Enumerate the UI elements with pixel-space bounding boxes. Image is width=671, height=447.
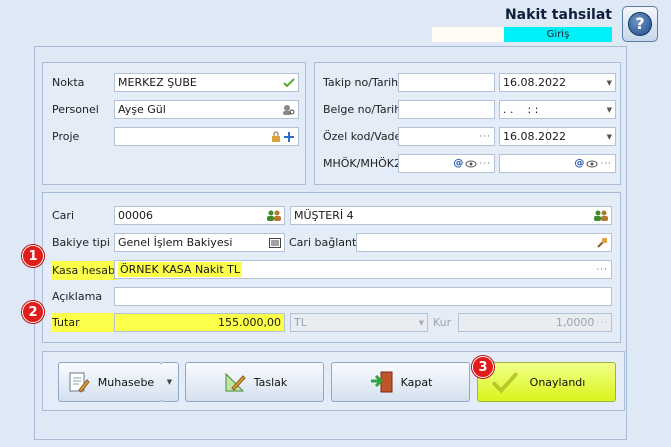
kasa-label: Kasa hesabı (52, 261, 118, 280)
draft-icon (222, 369, 248, 395)
ellipsis-icon[interactable]: ··· (600, 159, 612, 169)
help-icon: ? (628, 12, 652, 36)
taslak-button[interactable]: Taslak (185, 362, 324, 402)
at-icon[interactable]: @ (574, 158, 584, 169)
nokta-field[interactable]: MERKEZ ŞUBE (114, 73, 299, 92)
add-icon[interactable] (283, 131, 295, 143)
currency-value: TL (294, 316, 307, 329)
link-icon[interactable] (596, 237, 608, 249)
mhok-label: MHÖK/MHÖK2 (323, 157, 401, 170)
annotation-badge-2: 2 (22, 301, 44, 323)
panel-general: Nokta MERKEZ ŞUBE Personel Ayşe Gül Proj… (42, 62, 306, 185)
cari-label: Cari (52, 209, 74, 222)
takip-date-value: 16.08.2022 (503, 76, 566, 89)
belge-no-field[interactable] (398, 100, 495, 119)
belge-date-value: . . : : (503, 103, 539, 116)
tutar-field[interactable]: 155.000,00 (114, 313, 285, 332)
kur-label: Kur (433, 316, 452, 329)
kur-field[interactable]: 1,0000 ··· (458, 313, 612, 332)
takip-no-field[interactable] (398, 73, 495, 92)
ellipsis-icon[interactable]: ··· (479, 132, 491, 142)
cari-code-value: 00006 (118, 209, 153, 222)
check-icon[interactable] (283, 77, 295, 88)
kasa-value: ÖRNEK KASA Nakit TL (118, 262, 242, 277)
nokta-label: Nokta (52, 76, 85, 89)
user-search-icon[interactable] (282, 104, 295, 116)
chevron-down-icon[interactable]: ▼ (607, 133, 612, 141)
chevron-down-icon[interactable]: ▼ (607, 79, 612, 87)
taslak-label: Taslak (253, 375, 288, 389)
proje-field[interactable] (114, 127, 299, 146)
aciklama-label: Açıklama (52, 290, 103, 303)
window-title: Nakit tahsilat (504, 7, 612, 23)
takip-label: Takip no/Tarih (323, 76, 399, 89)
ozel-label: Özel kod/Vade (323, 130, 402, 143)
kasa-field[interactable]: ÖRNEK KASA Nakit TL ··· (114, 260, 612, 279)
onaylandi-label: Onaylandı (529, 375, 586, 389)
currency-select[interactable]: TL ▼ (290, 313, 428, 332)
cari-baglanti-label: Cari bağlantı (289, 236, 360, 249)
chevron-down-icon[interactable]: ▼ (419, 319, 424, 327)
ellipsis-icon[interactable]: ··· (479, 159, 491, 169)
bakiye-field[interactable]: Genel İşlem Bakiyesi (114, 233, 285, 252)
panel-tracking: Takip no/Tarih 16.08.2022 ▼ Belge no/Tar… (314, 62, 621, 185)
panel-transaction: Cari 00006 MÜŞTERİ 4 Bakiye tipi Genel İ… (42, 192, 621, 343)
cari-name-field[interactable]: MÜŞTERİ 4 (290, 206, 612, 225)
kapat-button[interactable]: Kapat (331, 362, 470, 402)
users-icon[interactable] (594, 210, 608, 221)
proje-label: Proje (52, 130, 80, 143)
chevron-down-icon: ▼ (166, 378, 173, 386)
eye-icon[interactable] (586, 160, 598, 168)
cari-name-value: MÜŞTERİ 4 (294, 209, 354, 222)
belge-label: Belge no/Tarih (323, 103, 402, 116)
kapat-label: Kapat (400, 375, 433, 389)
checkmark-icon (492, 370, 518, 396)
mhok2-field[interactable]: @ ··· (499, 154, 616, 173)
vade-date-value: 16.08.2022 (503, 130, 566, 143)
exit-door-icon (369, 369, 395, 395)
eye-icon[interactable] (465, 160, 477, 168)
nokta-value: MERKEZ ŞUBE (118, 76, 197, 89)
help-button[interactable]: ? (622, 6, 658, 42)
personel-field[interactable]: Ayşe Gül (114, 100, 299, 119)
ozel-code-field[interactable]: ··· (398, 127, 495, 146)
bakiye-value: Genel İşlem Bakiyesi (118, 236, 233, 249)
muhasebe-dropdown-button[interactable]: ▼ (161, 362, 179, 402)
kur-value: 1,0000 (555, 316, 595, 329)
lock-icon[interactable] (271, 131, 281, 143)
personel-value: Ayşe Gül (118, 103, 166, 116)
bakiye-label: Bakiye tipi (52, 236, 110, 249)
vade-date-field[interactable]: 16.08.2022 ▼ (499, 127, 616, 146)
mode-indicator: Giriş (504, 27, 612, 42)
aciklama-field[interactable] (114, 287, 612, 306)
onaylandi-button[interactable]: Onaylandı (477, 362, 616, 402)
cari-code-field[interactable]: 00006 (114, 206, 285, 225)
at-icon[interactable]: @ (453, 158, 463, 169)
takip-date-field[interactable]: 16.08.2022 ▼ (499, 73, 616, 92)
belge-date-field[interactable]: . . : : ▼ (499, 100, 616, 119)
ellipsis-icon[interactable]: ··· (596, 265, 608, 275)
tutar-value: 155.000,00 (218, 316, 281, 329)
ellipsis-icon[interactable]: ··· (596, 318, 608, 328)
tutar-label: Tutar (52, 313, 120, 332)
mode-indicator-blank (432, 27, 504, 42)
annotation-badge-3: 3 (472, 356, 494, 378)
cari-baglanti-field[interactable] (356, 233, 612, 252)
chevron-down-icon[interactable]: ▼ (607, 106, 612, 114)
muhasebe-label: Muhasebe (97, 375, 155, 389)
users-icon[interactable] (267, 210, 281, 221)
document-edit-icon (66, 369, 92, 395)
personel-label: Personel (52, 103, 99, 116)
barcode-icon[interactable] (269, 237, 281, 248)
mhok1-field[interactable]: @ ··· (398, 154, 495, 173)
annotation-badge-1: 1 (22, 245, 44, 267)
muhasebe-button[interactable]: Muhasebe (58, 362, 162, 402)
